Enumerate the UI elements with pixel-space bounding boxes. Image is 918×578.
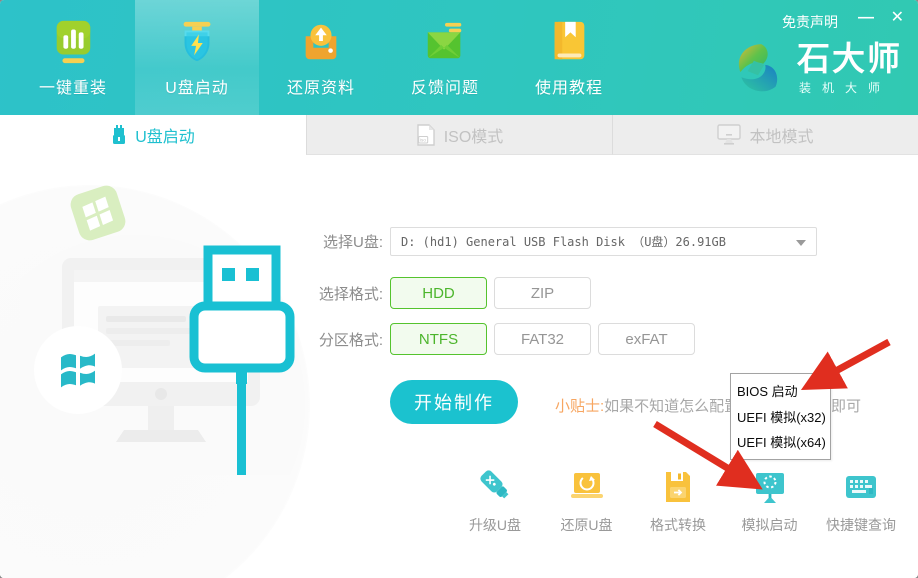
tip-prefix: 小贴士: xyxy=(555,398,604,415)
chevron-down-icon xyxy=(796,240,806,246)
tool-label: 格式转换 xyxy=(650,515,706,535)
tip-text: 小贴士:如果不知道怎么配置 xyxy=(555,395,739,416)
minimize-button[interactable]: — xyxy=(858,8,874,28)
tab-label: ISO模式 xyxy=(444,123,504,147)
tab-usb-boot[interactable]: U盘启动 xyxy=(0,115,306,155)
partition-row: 分区格式: NTFS FAT32 exFAT xyxy=(307,323,702,355)
brand-name: 石大师 xyxy=(797,42,902,76)
nav-item-feedback[interactable]: 反馈问题 xyxy=(383,0,507,115)
format-option-zip[interactable]: ZIP xyxy=(494,277,591,309)
iso-file-icon: iso xyxy=(416,124,436,146)
hotkey-query-icon xyxy=(841,467,881,507)
brand-swirl-icon xyxy=(729,40,787,98)
close-button[interactable]: ✕ xyxy=(891,8,904,28)
format-row: 选择格式: HDD ZIP xyxy=(307,277,598,309)
mode-tabbar: U盘启动 iso ISO模式 本地模式 xyxy=(0,115,918,155)
usb-drive-value: D: (hd1) General USB Flash Disk （U盘）26.9… xyxy=(401,233,726,250)
restore-usb-icon xyxy=(567,467,607,507)
tool-label: 还原U盘 xyxy=(560,515,612,535)
partition-option-ntfs[interactable]: NTFS xyxy=(390,323,487,355)
nav-label: 一键重装 xyxy=(39,74,107,98)
tip-body: 如果不知道怎么配置 xyxy=(604,398,739,415)
nav-item-usb-boot[interactable]: U盘启动 xyxy=(135,0,259,115)
simulate-boot-icon xyxy=(750,467,790,507)
restore-data-icon xyxy=(298,18,344,66)
bottom-toolbar: 升级U盘 还原U盘 格式转换 xyxy=(451,467,905,535)
menu-item-uefi-x32[interactable]: UEFI 模拟(x32) xyxy=(731,405,830,428)
start-create-button[interactable]: 开始制作 xyxy=(390,380,518,424)
main-content: 选择U盘: D: (hd1) General USB Flash Disk （U… xyxy=(0,155,918,578)
main-nav: 一键重装 U盘启动 xyxy=(11,0,631,115)
partition-label: 分区格式: xyxy=(307,329,383,350)
tool-restore-usb[interactable]: 还原U盘 xyxy=(543,467,631,535)
format-convert-icon xyxy=(658,467,698,507)
format-label: 选择格式: xyxy=(307,283,383,304)
tool-label: 升级U盘 xyxy=(469,515,521,535)
nav-label: 使用教程 xyxy=(535,74,603,98)
tab-label: U盘启动 xyxy=(135,123,195,147)
tutorial-book-icon xyxy=(546,18,592,66)
tab-label: 本地模式 xyxy=(749,123,813,147)
usb-select-label: 选择U盘: xyxy=(307,231,383,252)
tab-local-mode[interactable]: 本地模式 xyxy=(612,115,918,155)
tool-label: 模拟启动 xyxy=(742,515,798,535)
feedback-mail-icon xyxy=(422,18,468,66)
partition-option-exfat[interactable]: exFAT xyxy=(598,323,695,355)
tab-iso-mode[interactable]: iso ISO模式 xyxy=(306,115,612,155)
disclaimer-link[interactable]: 免责声明 xyxy=(782,12,838,32)
header-bar: 一键重装 U盘启动 xyxy=(0,0,918,115)
windows-tile-icon xyxy=(68,183,128,243)
brand-logo: 石大师 装机大师 xyxy=(729,40,902,98)
tool-label: 快捷键查询 xyxy=(826,515,896,535)
brand-subtitle: 装机大师 xyxy=(797,79,902,96)
usb-shield-icon xyxy=(174,18,220,66)
tool-simulate-boot[interactable]: 模拟启动 xyxy=(726,467,814,535)
nav-item-tutorial[interactable]: 使用教程 xyxy=(507,0,631,115)
local-monitor-icon xyxy=(717,124,741,145)
nav-item-restore-data[interactable]: 还原资料 xyxy=(259,0,383,115)
usb-drive-select[interactable]: D: (hd1) General USB Flash Disk （U盘）26.9… xyxy=(390,227,817,256)
usb-computer-illustration xyxy=(20,170,315,475)
tool-hotkey-query[interactable]: 快捷键查询 xyxy=(817,467,905,535)
nav-label: 反馈问题 xyxy=(411,74,479,98)
nav-item-reinstall[interactable]: 一键重装 xyxy=(11,0,135,115)
format-option-hdd[interactable]: HDD xyxy=(390,277,487,309)
tip-suffix: 即可 xyxy=(831,395,861,416)
menu-item-bios[interactable]: BIOS 启动 xyxy=(731,379,830,402)
usb-stick-icon xyxy=(111,125,127,145)
tool-format-convert[interactable]: 格式转换 xyxy=(634,467,722,535)
chart-icon xyxy=(50,18,96,66)
usb-select-row: 选择U盘: D: (hd1) General USB Flash Disk （U… xyxy=(307,227,817,256)
partition-option-fat32[interactable]: FAT32 xyxy=(494,323,591,355)
boot-mode-menu: BIOS 启动 UEFI 模拟(x32) UEFI 模拟(x64) xyxy=(730,373,831,460)
iso-icon-text: iso xyxy=(420,137,426,142)
windows-flag-icon xyxy=(34,326,122,414)
menu-item-uefi-x64[interactable]: UEFI 模拟(x64) xyxy=(731,430,830,453)
tool-upgrade-usb[interactable]: 升级U盘 xyxy=(451,467,539,535)
upgrade-usb-icon xyxy=(475,467,515,507)
nav-label: 还原资料 xyxy=(287,74,355,98)
nav-label: U盘启动 xyxy=(165,74,229,98)
app-window: 一键重装 U盘启动 xyxy=(0,0,918,578)
